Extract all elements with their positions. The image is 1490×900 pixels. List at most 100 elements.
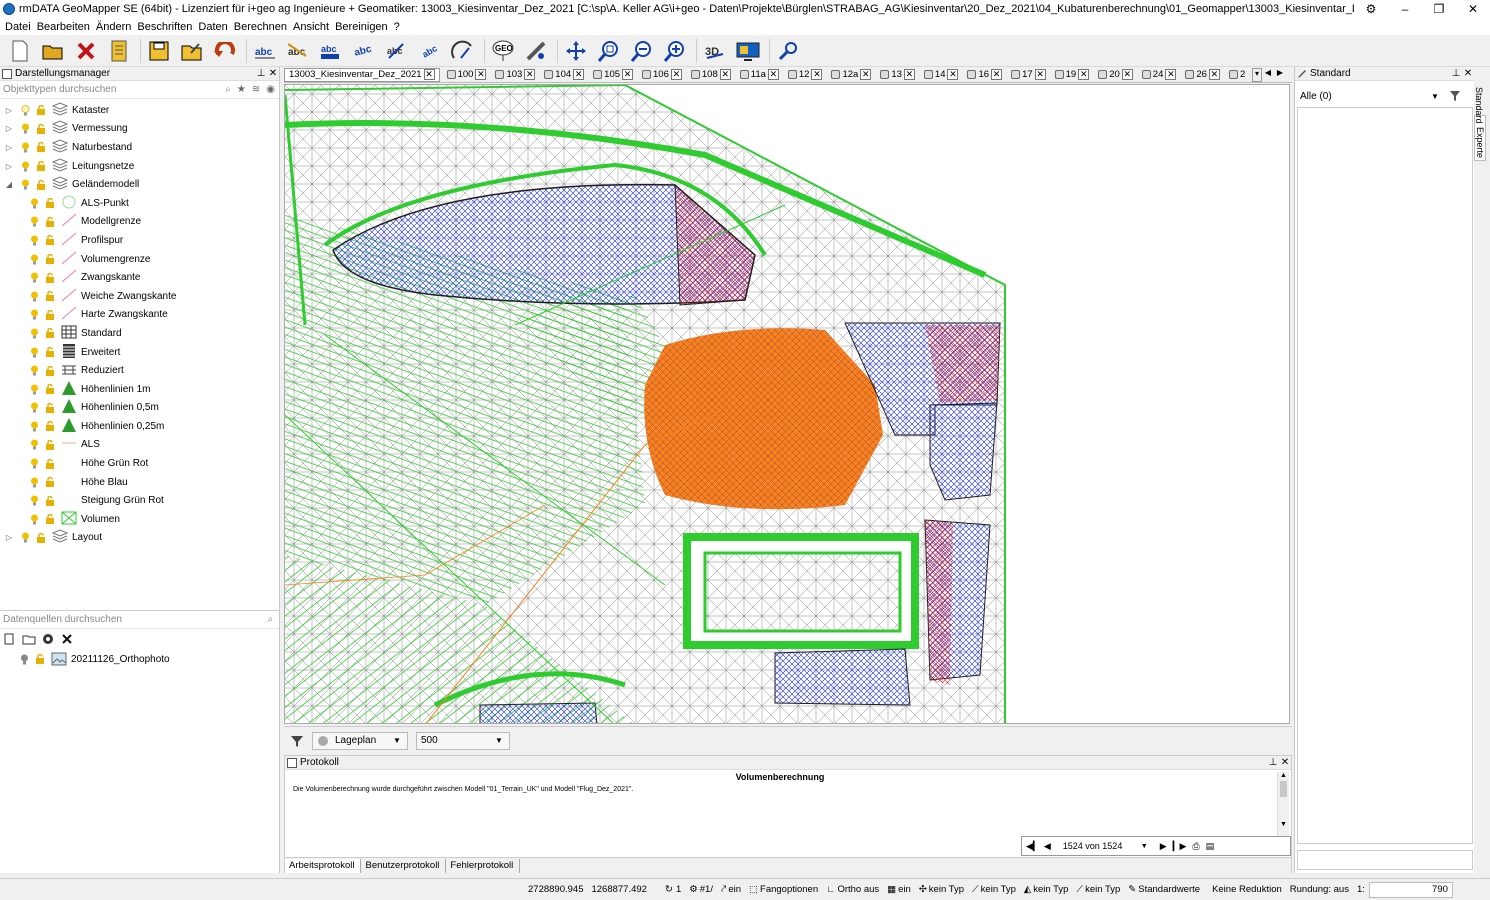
tree-item-harte-zwangskante[interactable]: Harte Zwangskante xyxy=(0,306,279,325)
lock-icon[interactable] xyxy=(36,142,46,153)
close-icon[interactable]: ✕ xyxy=(1078,69,1090,80)
undo-icon[interactable] xyxy=(210,37,240,65)
visibility-bulb-icon[interactable] xyxy=(30,347,39,358)
close-icon[interactable]: ✕ xyxy=(524,69,536,80)
tree-item-höhenlinien-0-25m[interactable]: Höhenlinien 0,25m xyxy=(0,417,279,436)
map-canvas[interactable] xyxy=(284,84,1290,724)
line-type-icon-2[interactable]: ⟋ xyxy=(972,884,979,895)
tree-item-vermessung[interactable]: ▷ Vermessung xyxy=(0,120,279,139)
close-icon[interactable]: ✕ xyxy=(1279,757,1291,768)
menu-beschriften[interactable]: Beschriften xyxy=(136,21,197,33)
lock-icon[interactable] xyxy=(45,402,55,413)
status-item-count[interactable]: 1 xyxy=(676,884,681,895)
map-tab-103[interactable]: 103 ✕ xyxy=(488,68,537,82)
pin-icon[interactable]: ⊥ xyxy=(255,68,267,79)
tree-item-profilspur[interactable]: Profilspur xyxy=(0,231,279,250)
tree-item-steigung-grün-rot[interactable]: Steigung Grün Rot xyxy=(0,491,279,510)
lock-icon[interactable] xyxy=(45,216,55,227)
object-type-search[interactable]: Objekttypen durchsuchen ⌕ ★ ≋ ◉ xyxy=(0,81,279,99)
tree-item-leitungsnetze[interactable]: ▷ Leitungsnetze xyxy=(0,157,279,176)
open-datasource-icon[interactable] xyxy=(22,633,36,645)
snap-icon[interactable]: ⤤ xyxy=(721,884,726,895)
status-rounding[interactable]: Rundung: aus xyxy=(1290,884,1349,895)
tree-item-volumen[interactable]: Volumen xyxy=(0,510,279,529)
expander-icon[interactable]: ▷ xyxy=(3,162,15,171)
expander-icon[interactable]: ◢ xyxy=(3,180,15,189)
properties-filter-select[interactable]: Alle (0) ▼ xyxy=(1297,87,1441,105)
zoom-in-icon[interactable] xyxy=(660,37,690,65)
close-icon[interactable]: ✕ xyxy=(860,69,872,80)
label-abc-1-icon[interactable]: abc xyxy=(250,37,280,65)
close-icon[interactable]: ✕ xyxy=(1165,69,1177,80)
close-icon[interactable]: ✕ xyxy=(1121,69,1133,80)
minimize-button[interactable]: – xyxy=(1388,0,1422,18)
menu-help[interactable]: ? xyxy=(393,21,405,33)
status-type-1[interactable]: kein Typ xyxy=(929,884,964,895)
visibility-bulb-icon[interactable] xyxy=(30,514,39,525)
tree-item-als-punkt[interactable]: ALS-Punkt xyxy=(0,194,279,213)
next-page-icon[interactable]: ▶ xyxy=(1160,841,1167,852)
tab-list-icon[interactable]: ▾ xyxy=(1252,68,1262,82)
filter-icon[interactable] xyxy=(290,734,304,748)
lock-icon[interactable] xyxy=(45,495,55,506)
visibility-bulb-icon[interactable] xyxy=(30,235,39,246)
close-button[interactable]: ✕ xyxy=(1456,0,1490,18)
menu-aendern[interactable]: Ändern xyxy=(95,21,136,33)
lock-icon[interactable] xyxy=(36,105,46,116)
lock-icon[interactable] xyxy=(36,179,46,190)
globe-icon[interactable] xyxy=(42,633,54,645)
visibility-bulb-icon[interactable] xyxy=(30,365,39,376)
tree-item-reduziert[interactable]: Reduziert xyxy=(0,361,279,380)
lock-icon[interactable] xyxy=(36,123,46,134)
lock-icon[interactable] xyxy=(35,654,45,665)
status-layer[interactable]: #1/ xyxy=(700,884,713,895)
new-datasource-icon[interactable] xyxy=(3,633,15,645)
close-icon[interactable]: ✕ xyxy=(267,68,279,79)
lock-icon[interactable] xyxy=(36,532,46,543)
map-tab-105[interactable]: 105 ✕ xyxy=(586,68,635,82)
lock-icon[interactable] xyxy=(45,477,55,488)
open-folder-icon[interactable] xyxy=(38,37,68,65)
close-icon[interactable]: ✕ xyxy=(903,69,915,80)
defaults-icon[interactable]: ✎ xyxy=(1128,884,1136,895)
tree-item-geländemodell[interactable]: ◢ Geländemodell xyxy=(0,175,279,194)
tab-fehlerprotokoll[interactable]: Fehlerprotokoll xyxy=(446,858,521,873)
close-icon[interactable]: ✕ xyxy=(622,69,634,80)
visibility-bulb-icon[interactable] xyxy=(30,384,39,395)
tree-item-weiche-zwangskante[interactable]: Weiche Zwangskante xyxy=(0,287,279,306)
map-tab-11a[interactable]: 11a ✕ xyxy=(733,68,781,82)
label-abc-7-icon[interactable] xyxy=(448,37,478,65)
status-defaults[interactable]: Standardwerte xyxy=(1138,884,1200,895)
tree-item-höhe-blau[interactable]: Höhe Blau xyxy=(0,473,279,492)
area-type-icon-3[interactable]: ◭ xyxy=(1024,884,1031,895)
map-tab-16[interactable]: 16 ✕ xyxy=(960,68,1004,82)
map-tab-13[interactable]: 13 ✕ xyxy=(873,68,917,82)
monitor-icon[interactable] xyxy=(733,37,763,65)
visibility-bulb-icon[interactable] xyxy=(30,439,39,450)
tab-arbeitsprotokoll[interactable]: Arbeitsprotokoll xyxy=(285,858,362,873)
close-icon[interactable]: ✕ xyxy=(573,69,585,80)
label-abc-3-icon[interactable]: abc xyxy=(316,37,346,65)
lock-icon[interactable] xyxy=(45,328,55,339)
lock-icon[interactable] xyxy=(45,421,55,432)
visibility-bulb-icon[interactable] xyxy=(30,458,39,469)
protocol-scrollbar[interactable]: ▲ ▼ xyxy=(1277,772,1289,836)
document-icon[interactable] xyxy=(104,37,134,65)
visibility-bulb-icon[interactable] xyxy=(30,421,39,432)
close-icon[interactable]: ✕ xyxy=(991,69,1003,80)
text-type-icon-4[interactable]: ⟋ xyxy=(1076,884,1083,895)
lock-icon[interactable] xyxy=(45,309,55,320)
lock-icon[interactable] xyxy=(45,235,55,246)
expander-icon[interactable]: ▷ xyxy=(3,124,15,133)
scale-select[interactable]: 500 ▼ xyxy=(416,731,510,750)
visibility-bulb-icon[interactable] xyxy=(30,272,39,283)
menu-bereinigen[interactable]: Bereinigen xyxy=(334,21,393,33)
expander-icon[interactable]: ▷ xyxy=(3,143,15,152)
status-reduction[interactable]: Keine Reduktion xyxy=(1212,884,1282,895)
visibility-bulb-icon[interactable] xyxy=(21,179,30,190)
side-tab-standard[interactable]: Standard xyxy=(1474,67,1484,124)
map-tab-17[interactable]: 17 ✕ xyxy=(1004,68,1048,82)
status-ortho[interactable]: Ortho aus xyxy=(837,884,879,895)
remove-datasource-icon[interactable] xyxy=(61,633,73,645)
map-tab-19[interactable]: 19 ✕ xyxy=(1048,68,1092,82)
